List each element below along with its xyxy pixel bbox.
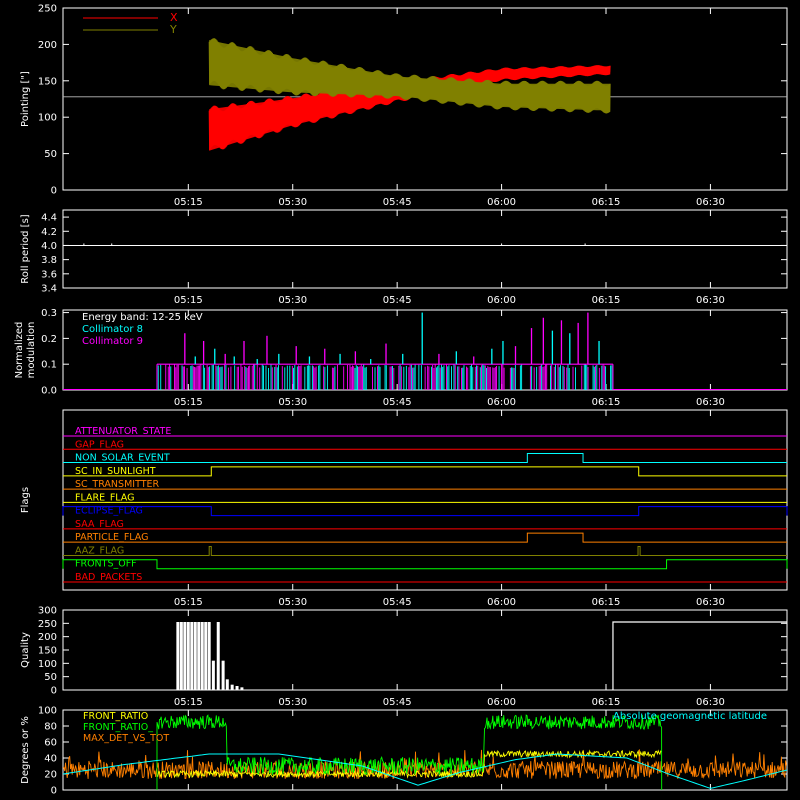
stacked-timeseries-plot: 05:15 05:30 05:45 06:00 06:15 06:30 0 50 100 150 2… <box>14 4 788 797</box>
flag-label-flare-flag: FLARE_FLAG <box>75 492 135 503</box>
flag-label-saa-flag: SAA_FLAG <box>75 519 124 530</box>
time-tick-label: 05:45 <box>383 597 412 608</box>
y-tick-label: 0.2 <box>41 334 57 345</box>
y-tick-label: 80 <box>44 722 57 733</box>
flags-ylabel: Flags <box>20 487 31 513</box>
modulation-legend-collimator-9: Collimator 9 <box>82 336 143 347</box>
y-tick-label: 50 <box>44 672 57 683</box>
ratio-legend-0: FRONT_RATIO <box>83 711 148 722</box>
time-tick-label: 06:30 <box>696 197 725 208</box>
y-tick-label: 100 <box>38 113 57 124</box>
time-tick-label: 05:45 <box>383 295 412 306</box>
flag-label-non-solar-event: NON_SOLAR_EVENT <box>75 453 170 464</box>
y-tick-label: 3.6 <box>41 269 57 280</box>
y-tick-label: 100 <box>38 659 57 670</box>
y-tick-label: 20 <box>44 770 57 781</box>
flag-label-aaz-flag: AAZ_FLAG <box>75 545 124 556</box>
flag-trace-sc-in-sunlight <box>63 466 787 477</box>
time-tick-label: 05:45 <box>383 697 412 708</box>
ratio-legend-1: FRONT_RATIO_ <box>83 722 153 733</box>
time-tick-label: 06:30 <box>696 295 725 306</box>
roll-ylabel: Roll period [s] <box>20 214 31 283</box>
ratio-annotation-latitude: Absolute geomagnetic latitude <box>613 711 767 722</box>
y-tick-label: 300 <box>38 606 57 617</box>
time-tick-label: 06:15 <box>592 697 621 708</box>
flag-label-particle-flag: PARTICLE_FLAG <box>75 532 148 543</box>
time-tick-label: 06:30 <box>696 597 725 608</box>
y-tick-label: 200 <box>38 632 57 643</box>
flag-trace-fronts-off <box>62 559 788 570</box>
y-tick-label: 60 <box>44 738 57 749</box>
time-tick-label: 06:15 <box>592 597 621 608</box>
flags-frame <box>62 409 788 591</box>
ratio-ylabel: Degrees or % <box>20 716 31 784</box>
y-tick-label: 4.4 <box>41 213 57 224</box>
y-tick-label: 0 <box>51 686 57 697</box>
pointing-ylabel: Pointing ["] <box>20 71 31 127</box>
time-tick-label: 06:30 <box>696 697 725 708</box>
time-tick-label: 06:00 <box>487 697 516 708</box>
time-tick-label: 06:15 <box>592 397 621 408</box>
chart-figure: 05:15 05:30 05:45 06:00 06:15 06:30 0 50 100 150 2… <box>0 0 800 800</box>
modulation-energy-band: Energy band: 12-25 keV <box>82 312 203 323</box>
modulation-ylabel: Normalized <box>14 322 25 379</box>
y-tick-label: 4.2 <box>41 227 57 238</box>
flag-trace-aaz-flag <box>63 545 787 556</box>
flag-label-gap-flag: GAP_FLAG <box>75 439 124 450</box>
time-tick-label: 05:45 <box>383 397 412 408</box>
time-tick-label: 05:30 <box>278 197 307 208</box>
time-tick-label: 05:15 <box>174 295 203 306</box>
quality-high-step <box>612 621 787 690</box>
y-tick-label: 100 <box>38 706 57 717</box>
y-tick-label: 250 <box>38 4 57 15</box>
roll-frame <box>62 209 788 289</box>
y-tick-label: 3.8 <box>41 255 57 266</box>
flag-trace-eclipse-flag <box>62 506 788 517</box>
flag-label-eclipse-flag: ECLIPSE_FLAG <box>75 506 143 517</box>
time-tick-label: 05:15 <box>174 197 203 208</box>
time-tick-label: 06:00 <box>487 295 516 306</box>
y-tick-label: 40 <box>44 754 57 765</box>
flag-trace-non-solar-event <box>63 453 787 464</box>
time-tick-label: 05:15 <box>174 597 203 608</box>
y-tick-label: 3.4 <box>41 284 57 295</box>
time-tick-label: 05:30 <box>278 397 307 408</box>
y-tick-label: 0 <box>51 786 57 797</box>
time-tick-label: 05:45 <box>383 197 412 208</box>
modulation-legend-collimator-8: Collimator 8 <box>82 324 143 335</box>
y-tick-label: 0.0 <box>41 386 57 397</box>
y-tick-label: 150 <box>38 646 57 657</box>
flag-label-sc-transmitter: SC_TRANSMITTER <box>75 479 160 490</box>
flag-trace-particle-flag <box>63 532 787 543</box>
ratio-legend-2: MAX_DET_VS_TOT <box>83 733 169 744</box>
time-tick-label: 05:15 <box>174 697 203 708</box>
flag-label-bad-packets: BAD_PACKETS <box>75 572 142 583</box>
modulation-ylabel: modulation <box>26 322 37 379</box>
time-tick-label: 06:15 <box>592 197 621 208</box>
y-tick-label: 200 <box>38 40 57 51</box>
quality-ylabel: Quality <box>20 632 31 668</box>
time-tick-label: 06:30 <box>696 397 725 408</box>
y-tick-label: 4.0 <box>41 241 57 252</box>
time-tick-label: 06:15 <box>592 295 621 306</box>
y-tick-label: 0.1 <box>41 360 57 371</box>
y-tick-label: 250 <box>38 619 57 630</box>
time-tick-label: 06:00 <box>487 597 516 608</box>
time-tick-label: 05:30 <box>278 697 307 708</box>
time-tick-label: 06:00 <box>487 197 516 208</box>
y-tick-label: 150 <box>38 76 57 87</box>
flag-label-fronts-off: FRONTS_OFF <box>75 559 137 570</box>
time-tick-label: 06:00 <box>487 397 516 408</box>
legend-label-Y: Y <box>169 23 177 36</box>
y-tick-label: 0 <box>51 186 57 197</box>
time-tick-label: 05:30 <box>278 295 307 306</box>
ratio-series-front-ratio-2 <box>156 713 663 791</box>
flag-label-sc-in-sunlight: SC_IN_SUNLIGHT <box>75 466 156 477</box>
time-tick-label: 05:15 <box>174 397 203 408</box>
y-tick-label: 50 <box>44 149 57 160</box>
y-tick-label: 0.3 <box>41 308 57 319</box>
flag-label-attenuator-state: ATTENUATOR_STATE <box>75 426 171 437</box>
time-tick-label: 05:30 <box>278 597 307 608</box>
